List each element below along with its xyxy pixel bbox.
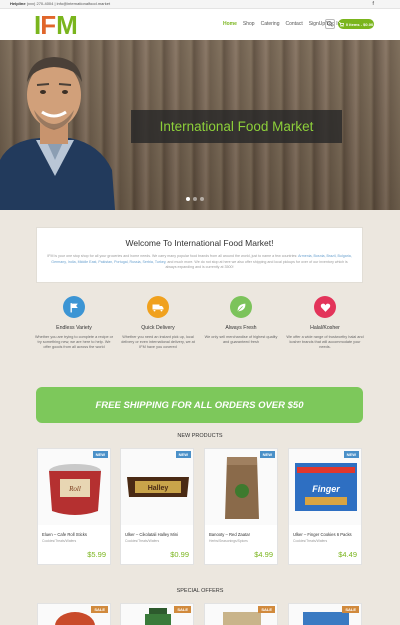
tub-image: Roll (49, 464, 101, 515)
feature-text: We only sell merchandise of highest qual… (204, 335, 278, 344)
slider-dots (186, 197, 204, 201)
welcome-text: IFM is your one stop shop for all your g… (47, 254, 352, 271)
nav-contact[interactable]: Contact (286, 21, 303, 27)
helpline-label: Helpline (10, 1, 26, 6)
product-image[interactable]: SALE (121, 604, 193, 625)
bar-image: Halley (127, 477, 189, 497)
top-bar: Helpline (xxx) 270-4004 | info@internati… (0, 0, 400, 9)
product-image[interactable]: SALE (38, 604, 110, 625)
product-price: $4.49 (338, 550, 357, 559)
product-name[interactable]: Ulker – Finger Cookies 6 Packs (293, 532, 357, 537)
product-image[interactable]: NEW (205, 449, 277, 525)
leaf-icon (230, 296, 252, 318)
feature-endless-variety: Endless Variety Whether you are trying t… (34, 296, 114, 350)
cart-button[interactable]: 0 items - $0.00 (338, 19, 374, 29)
product-card[interactable]: SALE (120, 603, 194, 625)
nav-catering[interactable]: Catering (261, 21, 280, 27)
product-card[interactable]: SALE (204, 603, 278, 625)
feature-text: Whether you need an instant pick up, loc… (121, 335, 195, 349)
main-nav: Home Shop Catering Contact SignUp/Log In (223, 21, 340, 27)
product-image[interactable]: SALE (205, 604, 277, 625)
sale-badge: SALE (342, 606, 359, 613)
logo-letter-m: M (56, 10, 78, 40)
product-card[interactable]: NEW Banooty – Red Zaatar Herbs/Seasoning… (204, 448, 278, 565)
svg-text:Halley: Halley (148, 485, 169, 492)
cart-summary: 0 items - $0.00 (345, 21, 374, 27)
feature-text: We offer a wide range of trustworthy hal… (286, 335, 364, 349)
product-category[interactable]: Cookies/Treats/Wafers (125, 539, 189, 543)
product-price: $5.99 (87, 550, 106, 559)
logo[interactable]: I F M (34, 10, 78, 40)
slider-dot[interactable] (200, 197, 204, 201)
product-name[interactable]: Ulker – Cikolatali Halley Mini (125, 532, 189, 537)
feature-quick-delivery: Quick Delivery Whether you need an insta… (118, 296, 198, 350)
product-card[interactable]: SALE (288, 603, 362, 625)
product-price: $0.99 (170, 550, 189, 559)
helpline: Helpline (xxx) 270-4004 | info@internati… (10, 1, 110, 6)
search-icon (327, 21, 333, 27)
feature-title: Endless Variety (56, 325, 92, 331)
free-shipping-banner[interactable]: FREE SHIPPING FOR ALL ORDERS OVER $50 (36, 387, 363, 423)
heart-icon (314, 296, 336, 318)
hero-slider[interactable]: International Food Market (0, 40, 400, 210)
product-card[interactable]: Finger NEW Ulker – Finger Cookies 6 Pack… (288, 448, 362, 565)
slider-dot[interactable] (186, 197, 190, 201)
welcome-box: Welcome To International Food Market! IF… (36, 227, 363, 283)
product-name[interactable]: Banooty – Red Zaatar (209, 532, 273, 537)
product-image[interactable]: Roll NEW (38, 449, 110, 525)
welcome-title: Welcome To International Food Market! (125, 238, 274, 248)
special-offers-title: SPECIAL OFFERS (176, 588, 224, 594)
nav-home[interactable]: Home (223, 21, 237, 27)
product-image[interactable]: Halley NEW (121, 449, 193, 525)
product-image[interactable]: SALE (289, 604, 361, 625)
sale-badge: SALE (174, 606, 191, 613)
hero-man-image (0, 57, 115, 210)
feature-always-fresh: Always Fresh We only sell merchandise of… (201, 296, 281, 345)
product-image[interactable]: Finger NEW (289, 449, 361, 525)
feature-title: Quick Delivery (141, 325, 175, 331)
flag-icon (63, 296, 85, 318)
new-badge: NEW (175, 451, 191, 458)
cart-icon (338, 21, 344, 27)
new-products-title: NEW PRODUCTS (177, 433, 223, 439)
new-badge: NEW (343, 451, 359, 458)
welcome-text-b: and much more. We do not stop at here we… (165, 259, 348, 270)
bag-image (225, 457, 259, 519)
product-card[interactable]: Roll NEW Eluen – Cafe Roll Sticks Cookie… (37, 448, 111, 565)
nav-shop[interactable]: Shop (243, 21, 255, 27)
product-card[interactable]: Halley NEW Ulker – Cikolatali Halley Min… (120, 448, 194, 565)
product-category[interactable]: Cookies/Treats/Wafers (42, 539, 106, 543)
new-badge: NEW (259, 451, 275, 458)
logo-letter-f: F (40, 10, 57, 40)
product-name[interactable]: Eluen – Cafe Roll Sticks (42, 532, 106, 537)
product-card[interactable]: SALE (37, 603, 111, 625)
svg-text:Finger: Finger (312, 484, 340, 494)
new-badge: NEW (92, 451, 108, 458)
search-button[interactable] (325, 19, 335, 29)
feature-text: Whether you are trying to complete a rec… (34, 335, 114, 349)
feature-halal-kosher: Halal/Kosher We offer a wide range of tr… (285, 296, 365, 350)
product-category[interactable]: Cookies/Treats/Wafers (293, 539, 357, 543)
product-price: $4.99 (254, 550, 273, 559)
feature-title: Always Fresh (225, 325, 257, 331)
svg-text:Roll: Roll (68, 485, 81, 493)
facebook-icon[interactable]: f (372, 1, 374, 7)
hero-title: International Food Market (131, 110, 342, 143)
welcome-text-a: IFM is your one stop shop for all your g… (47, 254, 298, 258)
site-header: I F M Home Shop Catering Contact SignUp/… (0, 9, 400, 40)
slider-dot[interactable] (193, 197, 197, 201)
pack-image: Finger (295, 463, 357, 511)
product-category[interactable]: Herbs/Seasonings/Spices (209, 539, 273, 543)
sale-badge: SALE (258, 606, 275, 613)
helpline-text[interactable]: (xxx) 270-4004 | info@internationalfood.… (27, 1, 110, 6)
feature-title: Halal/Kosher (310, 325, 340, 331)
sale-badge: SALE (91, 606, 108, 613)
truck-icon (147, 296, 169, 318)
